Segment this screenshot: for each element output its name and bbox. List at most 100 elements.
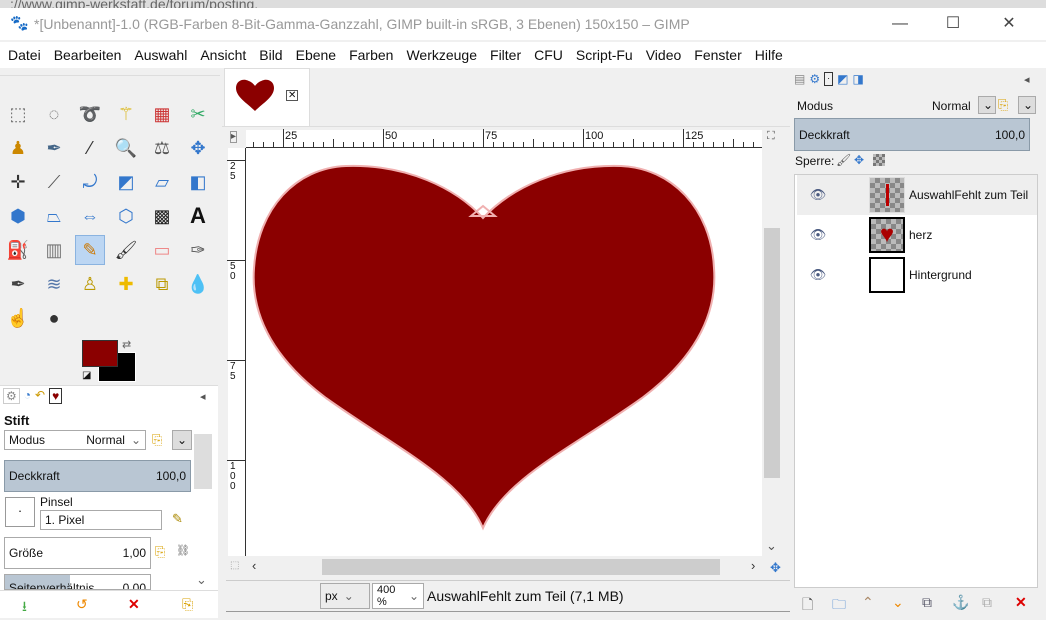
crop-icon[interactable]: ⟋	[39, 167, 69, 197]
layer-row[interactable]: 👁 ♥ herz	[797, 215, 1037, 255]
colormap-tab-icon[interactable]: ◩	[837, 72, 848, 86]
navigate-selection-icon[interactable]: ⬚	[230, 560, 239, 571]
layer-mode-dropdown[interactable]: ⌄	[978, 96, 996, 114]
scale-icon[interactable]: ◩	[111, 167, 141, 197]
options-scrollbar-thumb[interactable]	[194, 434, 212, 489]
smudge-icon[interactable]: ☝	[3, 303, 33, 333]
raise-layer-icon[interactable]: ⌃	[862, 594, 874, 611]
lock-pixels-icon[interactable]: 🖌	[836, 153, 851, 167]
menu-filter[interactable]: Filter	[490, 47, 521, 63]
edit-brush-icon[interactable]: ✎	[172, 511, 183, 527]
rect-select-icon[interactable]: ⬚	[3, 99, 33, 129]
visibility-eye-icon[interactable]: 👁	[803, 267, 833, 283]
menu-ansicht[interactable]: Ansicht	[200, 47, 246, 63]
channels-tab-icon[interactable]: ⚙	[809, 72, 820, 86]
maximize-button[interactable]: ☐	[930, 10, 976, 38]
size-spinner[interactable]: Größe 1,00	[4, 537, 151, 569]
lower-layer-icon[interactable]: ⌄	[892, 594, 904, 611]
visibility-eye-icon[interactable]: 👁	[803, 227, 833, 243]
mypaint-brush-icon[interactable]: ≋	[39, 269, 69, 299]
device-status-tab-icon[interactable]: ◔	[24, 388, 31, 404]
visibility-eye-icon[interactable]: 👁	[803, 187, 833, 203]
paths-tab-icon[interactable]: ·	[824, 72, 834, 86]
undo-history-tab-icon[interactable]: ↶	[35, 388, 45, 404]
move-icon[interactable]: ✥	[183, 133, 213, 163]
menu-script-fu[interactable]: Script-Fu	[576, 47, 633, 63]
layer-mode-value[interactable]: Normal	[932, 99, 971, 113]
measure-icon[interactable]: ⚖	[147, 133, 177, 163]
link-icon[interactable]: ⛓	[176, 544, 190, 557]
clone-icon[interactable]: ♙	[75, 269, 105, 299]
text-icon[interactable]: A	[183, 201, 213, 231]
scroll-down-icon[interactable]: ⌄	[196, 572, 207, 588]
brushes-tab-icon[interactable]: ♥	[49, 388, 63, 404]
bucket-fill-icon[interactable]: ⛽	[3, 235, 33, 265]
menu-cfu[interactable]: CFU	[534, 47, 563, 63]
horizontal-scrollbar-thumb[interactable]	[322, 559, 720, 575]
merge-layer-icon[interactable]: ⧉	[982, 594, 992, 611]
perspective-icon[interactable]: ◧	[183, 167, 213, 197]
vertical-scrollbar[interactable]: ⌄	[762, 148, 782, 556]
dodge-burn-icon[interactable]: ●	[39, 303, 69, 333]
align-icon[interactable]: ✛	[3, 167, 33, 197]
tool-options-tab-icon[interactable]: ⚙	[3, 388, 20, 404]
unified-transform-icon[interactable]: ⬢	[3, 201, 33, 231]
menu-video[interactable]: Video	[646, 47, 682, 63]
quick-mask-menu-icon[interactable]: ▸	[230, 131, 238, 143]
paintbrush-icon[interactable]: 🖌	[111, 235, 141, 265]
panel-menu-icon[interactable]: ◂	[200, 390, 206, 403]
paths-icon[interactable]: ✒	[39, 133, 69, 163]
histogram-tab-icon[interactable]: ◨	[852, 72, 863, 86]
navigate-icon[interactable]: ✥	[770, 560, 781, 576]
ellipse-select-icon[interactable]: ◌	[39, 99, 69, 129]
ink-icon[interactable]: ✒	[3, 269, 33, 299]
menu-auswahl[interactable]: Auswahl	[134, 47, 187, 63]
minimize-button[interactable]: —	[877, 10, 923, 38]
menu-bearbeiten[interactable]: Bearbeiten	[54, 47, 122, 63]
menu-werkzeuge[interactable]: Werkzeuge	[406, 47, 477, 63]
flip-icon[interactable]: ⇔	[75, 201, 105, 231]
panel-menu-icon[interactable]: ◂	[1024, 73, 1030, 86]
zoom-select[interactable]: 400 % ⌄	[372, 583, 424, 609]
close-tab-icon[interactable]: ✕	[286, 90, 299, 101]
menu-farben[interactable]: Farben	[349, 47, 393, 63]
scroll-right-arrow-icon[interactable]: ›	[751, 558, 755, 573]
layers-tab-icon[interactable]: ▤	[794, 72, 805, 86]
eraser-icon[interactable]: ▭	[147, 235, 177, 265]
scroll-down-arrow-icon[interactable]: ⌄	[766, 538, 777, 554]
perspective-clone-icon[interactable]: ⧉	[147, 269, 177, 299]
default-colors-icon[interactable]: ◪	[82, 370, 91, 381]
scroll-left-arrow-icon[interactable]: ‹	[252, 558, 256, 573]
new-layer-icon[interactable]: 🗋	[802, 594, 813, 618]
delete-layer-icon[interactable]: ✕	[1015, 594, 1027, 611]
anchor-layer-icon[interactable]: ⚓	[952, 594, 969, 611]
foreground-color-swatch[interactable]	[82, 340, 118, 367]
new-layer-group-icon[interactable]: 🗀	[832, 594, 846, 618]
layer-opacity-slider[interactable]: Deckkraft 100,0	[794, 118, 1030, 151]
unit-select[interactable]: px ⌄	[320, 583, 370, 609]
blur-icon[interactable]: 💧	[183, 269, 213, 299]
color-picker-icon[interactable]: ⁄	[75, 133, 105, 163]
shear-icon[interactable]: ▱	[147, 167, 177, 197]
opacity-slider[interactable]: Deckkraft 100,0	[4, 460, 191, 492]
zoom-icon[interactable]: 🔍	[111, 133, 141, 163]
gradient-icon[interactable]: ▥	[39, 235, 69, 265]
duplicate-layer-icon[interactable]: ⧉	[922, 594, 932, 611]
save-options-icon[interactable]: ⭳	[22, 596, 27, 620]
layer-row[interactable]: 👁 AuswahlFehlt zum Teil	[797, 175, 1037, 215]
horizontal-scrollbar[interactable]: ‹ ›	[246, 558, 762, 576]
menu-ebene[interactable]: Ebene	[296, 47, 336, 63]
reset-mode-icon[interactable]: ⎘	[152, 432, 162, 448]
fuzzy-select-icon[interactable]: ⚚	[111, 99, 141, 129]
color-select-icon[interactable]: ▦	[147, 99, 177, 129]
pencil-icon[interactable]: ✎	[75, 235, 105, 265]
swap-colors-icon[interactable]: ⇄	[122, 338, 131, 351]
mode-select[interactable]: Modus Normal ⌄	[4, 430, 146, 450]
reset-size-icon[interactable]: ⎘	[155, 544, 165, 560]
layer-row[interactable]: 👁 Hintergrund	[797, 255, 1037, 295]
canvas[interactable]	[246, 148, 762, 556]
restore-options-icon[interactable]: ↺	[76, 596, 88, 613]
rotate-icon[interactable]: ⤾	[75, 167, 105, 197]
scissors-icon[interactable]: ✂	[183, 99, 213, 129]
vertical-scrollbar-thumb[interactable]	[764, 228, 780, 478]
